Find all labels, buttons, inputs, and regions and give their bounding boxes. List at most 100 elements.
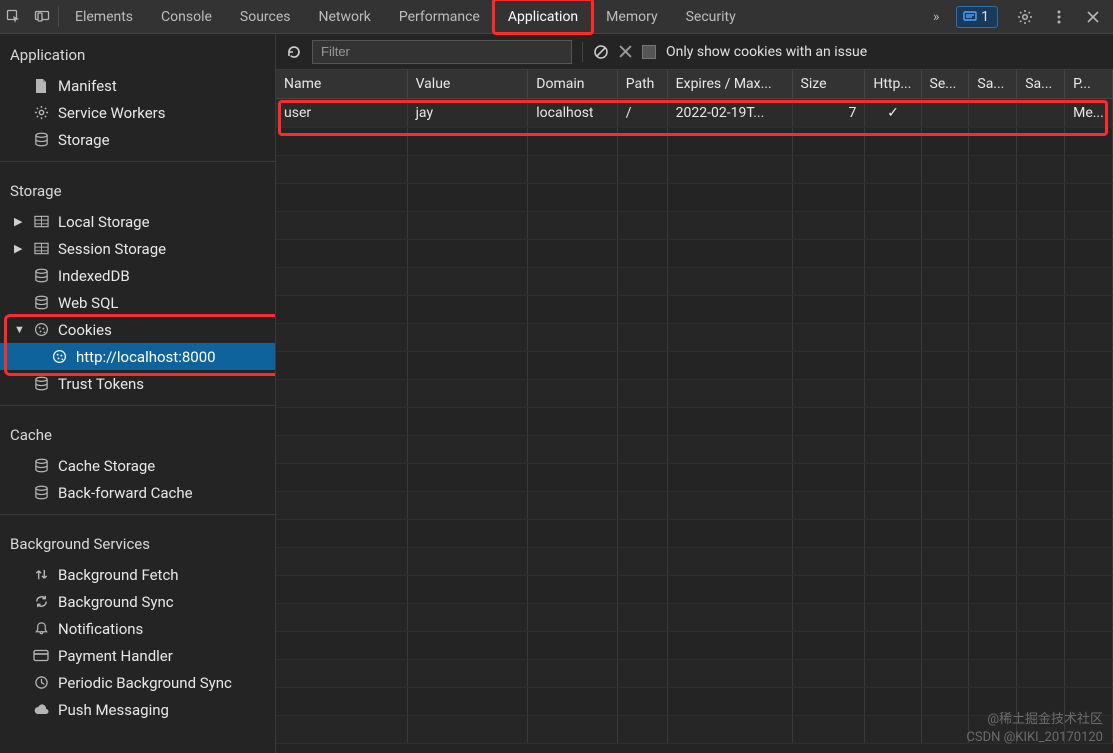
sidebar-item-storage[interactable]: Storage — [0, 126, 275, 153]
sidebar-item-service-workers[interactable]: Service Workers — [0, 99, 275, 126]
sidebar-item-bg-sync[interactable]: Background Sync — [0, 588, 275, 615]
arrows-updown-icon — [32, 567, 50, 582]
more-tabs-icon[interactable]: » — [922, 9, 950, 25]
sidebar-item-payment-handler[interactable]: Payment Handler — [0, 642, 275, 669]
table-row — [276, 156, 1113, 184]
tab-security[interactable]: Security — [672, 0, 750, 33]
section-application: Application — [0, 34, 275, 72]
table-row — [276, 324, 1113, 352]
sidebar-item-cookies-origin[interactable]: http://localhost:8000 — [0, 343, 275, 370]
expand-icon[interactable]: ▶ — [14, 242, 24, 255]
only-issue-checkbox[interactable] — [642, 45, 656, 59]
col-value[interactable]: Value — [407, 70, 528, 99]
database-icon — [32, 268, 50, 283]
database-icon — [32, 485, 50, 500]
table-row — [276, 184, 1113, 212]
devtools-panel-tabs: Elements Console Sources Network Perform… — [61, 0, 750, 33]
sidebar-item-local-storage[interactable]: ▶ Local Storage — [0, 208, 275, 235]
clear-all-icon[interactable] — [593, 44, 609, 60]
table-row — [276, 464, 1113, 492]
sidebar-item-cache-storage[interactable]: Cache Storage — [0, 452, 275, 479]
document-icon — [32, 78, 50, 94]
table-row — [276, 268, 1113, 296]
col-size[interactable]: Size — [792, 70, 865, 99]
device-toolbar-icon[interactable] — [28, 0, 56, 33]
kebab-menu-icon[interactable] — [1045, 10, 1073, 24]
table-row — [276, 660, 1113, 688]
table-row — [276, 128, 1113, 156]
bell-icon — [32, 621, 50, 636]
sync-icon — [32, 594, 50, 609]
gear-icon — [32, 105, 50, 120]
tab-network[interactable]: Network — [305, 0, 385, 33]
table-row — [276, 604, 1113, 632]
table-row — [276, 296, 1113, 324]
devtools-tabbar: Elements Console Sources Network Perform… — [0, 0, 1113, 34]
col-name[interactable]: Name — [276, 70, 407, 99]
table-row — [276, 632, 1113, 660]
credit-card-icon — [32, 649, 50, 662]
sidebar-item-bf-cache[interactable]: Back-forward Cache — [0, 479, 275, 506]
issues-badge[interactable]: 1 — [956, 6, 998, 28]
table-row — [276, 716, 1113, 744]
col-path[interactable]: Path — [617, 70, 667, 99]
sidebar-item-bg-fetch[interactable]: Background Fetch — [0, 561, 275, 588]
table-row — [276, 380, 1113, 408]
sidebar-item-session-storage[interactable]: ▶ Session Storage — [0, 235, 275, 262]
sidebar-item-manifest[interactable]: Manifest — [0, 72, 275, 99]
cookies-toolbar: Only show cookies with an issue — [276, 34, 1113, 70]
clock-icon — [32, 675, 50, 690]
tab-application[interactable]: Application — [494, 0, 592, 33]
sidebar-item-cookies[interactable]: ▼ Cookies — [0, 316, 275, 343]
tab-elements[interactable]: Elements — [61, 0, 147, 33]
col-secure[interactable]: Se... — [921, 70, 969, 99]
database-icon — [32, 376, 50, 391]
database-icon — [32, 458, 50, 473]
close-devtools-icon[interactable] — [1079, 11, 1107, 23]
inspect-element-icon[interactable] — [0, 0, 28, 33]
database-icon — [32, 295, 50, 310]
table-row[interactable]: userjaylocalhost/2022-02-19T...7✓Me... — [276, 99, 1113, 128]
table-icon — [32, 242, 50, 255]
cookie-icon — [32, 322, 50, 337]
cookie-icon — [50, 349, 68, 364]
sidebar-item-indexeddb[interactable]: IndexedDB — [0, 262, 275, 289]
sidebar-item-periodic-sync[interactable]: Periodic Background Sync — [0, 669, 275, 696]
sidebar-item-push-messaging[interactable]: Push Messaging — [0, 696, 275, 723]
tab-performance[interactable]: Performance — [385, 0, 494, 33]
col-samesite[interactable]: Sa... — [969, 70, 1017, 99]
section-background-services: Background Services — [0, 523, 275, 561]
table-row — [276, 576, 1113, 604]
tab-memory[interactable]: Memory — [592, 0, 671, 33]
col-priority[interactable]: P... — [1065, 70, 1113, 99]
filter-input[interactable] — [312, 40, 572, 64]
issues-count: 1 — [981, 9, 989, 25]
table-row — [276, 212, 1113, 240]
collapse-icon[interactable]: ▼ — [14, 323, 24, 336]
section-storage: Storage — [0, 170, 275, 208]
refresh-icon[interactable] — [286, 44, 302, 60]
col-domain[interactable]: Domain — [528, 70, 617, 99]
cookies-table[interactable]: Name Value Domain Path Expires / Max... … — [276, 70, 1113, 753]
table-row — [276, 352, 1113, 380]
cloud-icon — [32, 704, 50, 716]
table-row — [276, 548, 1113, 576]
delete-selected-icon[interactable] — [619, 45, 632, 58]
settings-icon[interactable] — [1011, 9, 1039, 25]
table-row — [276, 520, 1113, 548]
tab-console[interactable]: Console — [147, 0, 226, 33]
sidebar-item-trust-tokens[interactable]: Trust Tokens — [0, 370, 275, 397]
section-cache: Cache — [0, 414, 275, 452]
expand-icon[interactable]: ▶ — [14, 215, 24, 228]
col-sameparty[interactable]: Sa... — [1017, 70, 1065, 99]
table-row — [276, 688, 1113, 716]
tab-sources[interactable]: Sources — [226, 0, 305, 33]
col-httponly[interactable]: Http... — [865, 70, 921, 99]
sidebar-item-notifications[interactable]: Notifications — [0, 615, 275, 642]
database-icon — [32, 132, 50, 147]
table-header-row: Name Value Domain Path Expires / Max... … — [276, 70, 1113, 99]
table-icon — [32, 215, 50, 228]
sidebar-item-websql[interactable]: Web SQL — [0, 289, 275, 316]
col-expires[interactable]: Expires / Max... — [667, 70, 792, 99]
table-row — [276, 436, 1113, 464]
